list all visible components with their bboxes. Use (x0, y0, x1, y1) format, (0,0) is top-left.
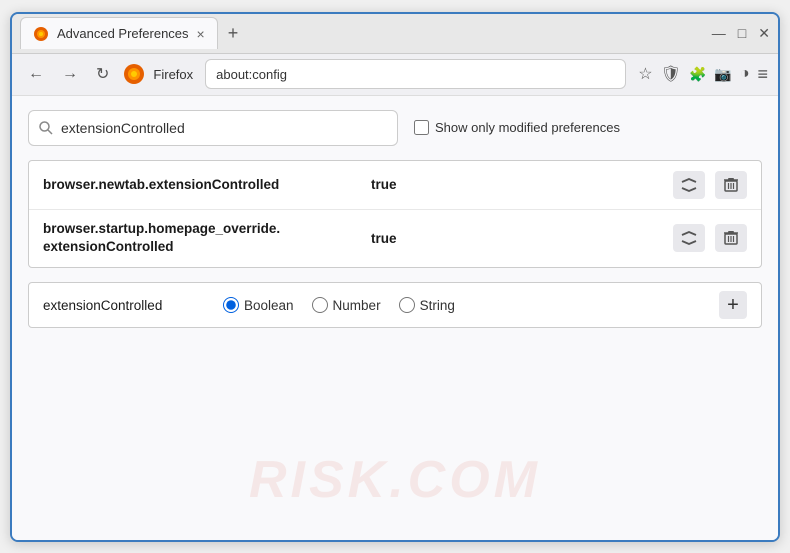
boolean-radio-item[interactable]: Boolean (223, 297, 294, 313)
pref-value-2: true (371, 231, 397, 246)
address-bar[interactable]: about:config (205, 59, 626, 89)
close-button[interactable]: ✕ (758, 26, 770, 40)
bookmark-icon[interactable]: ☆ (638, 64, 652, 84)
trash-icon (724, 177, 738, 193)
string-radio[interactable] (399, 297, 415, 313)
tab-close-button[interactable]: × (197, 27, 205, 41)
active-tab[interactable]: Advanced Preferences × (20, 17, 218, 49)
title-bar: Advanced Preferences × + — □ ✕ (12, 14, 778, 54)
table-row: browser.startup.homepage_override. exten… (29, 210, 761, 268)
delete-button-2[interactable] (715, 224, 747, 252)
boolean-label: Boolean (244, 298, 294, 313)
minimize-button[interactable]: — (712, 26, 726, 40)
browser-window: Advanced Preferences × + — □ ✕ ← → ↻ Fir… (10, 12, 780, 542)
string-radio-item[interactable]: String (399, 297, 455, 313)
show-modified-row: Show only modified preferences (414, 120, 620, 135)
preferences-table: browser.newtab.extensionControlled true (28, 160, 762, 269)
extension-icon[interactable]: 🧩 (689, 66, 706, 83)
reload-button[interactable]: ↻ (90, 60, 115, 88)
pref-value-1: true (371, 177, 397, 192)
account-icon[interactable]: ◑ (740, 65, 750, 83)
content-area: RISK.COM Show only modified preferences … (12, 96, 778, 540)
new-pref-name: extensionControlled (43, 298, 203, 313)
watermark: RISK.COM (249, 450, 541, 510)
trash-icon (724, 230, 738, 246)
preference-search-box[interactable] (28, 110, 398, 146)
show-modified-label: Show only modified preferences (435, 120, 620, 135)
tab-title: Advanced Preferences (57, 26, 189, 41)
nav-bar: ← → ↻ Firefox about:config ☆ 🛡 🧩 📷 ◑ ≡ (12, 54, 778, 96)
add-preference-button[interactable]: + (719, 291, 747, 319)
nav-icons: ☆ 🛡 🧩 📷 ◑ ≡ (638, 64, 768, 85)
forward-button[interactable]: → (56, 61, 84, 87)
arrows-icon (680, 231, 698, 245)
window-controls: — □ ✕ (712, 26, 770, 40)
pref-name-2: browser.startup.homepage_override. exten… (43, 220, 363, 258)
number-radio[interactable] (312, 297, 328, 313)
tab-favicon (33, 26, 49, 42)
pref-name-2-line2: extensionControlled (43, 239, 174, 254)
pref-actions-2 (673, 224, 747, 252)
pref-actions-1 (673, 171, 747, 199)
shield-icon[interactable]: 🛡 (661, 64, 681, 84)
toggle-button-2[interactable] (673, 224, 705, 252)
search-row: Show only modified preferences (28, 110, 762, 146)
url-text: about:config (216, 67, 287, 82)
pref-name-1: browser.newtab.extensionControlled (43, 177, 363, 192)
maximize-button[interactable]: □ (738, 26, 746, 40)
delete-button-1[interactable] (715, 171, 747, 199)
type-radio-group: Boolean Number String (223, 297, 455, 313)
arrows-icon (680, 178, 698, 192)
search-input[interactable] (61, 120, 387, 136)
pref-name-2-line1: browser.startup.homepage_override. (43, 221, 280, 236)
toggle-button-1[interactable] (673, 171, 705, 199)
number-radio-item[interactable]: Number (312, 297, 381, 313)
browser-name: Firefox (153, 67, 193, 82)
boolean-radio[interactable] (223, 297, 239, 313)
firefox-logo (123, 63, 145, 85)
search-icon (39, 121, 53, 135)
new-preference-row: extensionControlled Boolean Number Strin… (28, 282, 762, 328)
show-modified-checkbox[interactable] (414, 120, 429, 135)
number-label: Number (333, 298, 381, 313)
back-button[interactable]: ← (22, 61, 50, 87)
screenshot-icon[interactable]: 📷 (714, 66, 731, 83)
table-row: browser.newtab.extensionControlled true (29, 161, 761, 210)
new-tab-button[interactable]: + (222, 24, 245, 42)
string-label: String (420, 298, 455, 313)
menu-icon[interactable]: ≡ (757, 64, 768, 85)
